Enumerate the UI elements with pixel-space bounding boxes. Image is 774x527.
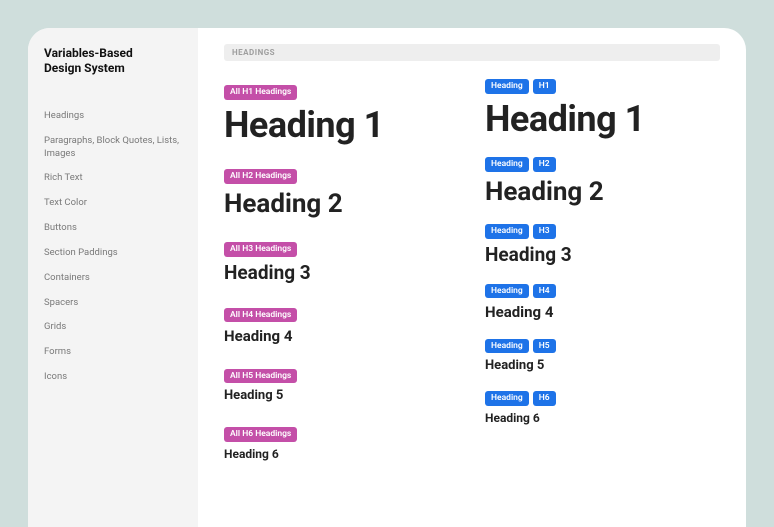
sidebar-item[interactable]: Headings (44, 110, 184, 123)
sidebar: Variables-Based Design System Headings Pa… (28, 28, 198, 527)
heading-sample: Heading 4 (485, 304, 720, 321)
global-heading-badge: All H5 Headings (224, 369, 297, 384)
column-class-headings: HeadingH1Heading 1HeadingH2Heading 2Head… (485, 79, 720, 479)
sidebar-nav: Headings Paragraphs, Block Quotes, Lists,… (44, 110, 184, 384)
heading-item: All H3 Headings Heading 3 (224, 236, 459, 283)
badge-row: Heading H1 (485, 79, 720, 94)
section-title: HEADINGS (232, 48, 275, 57)
class-badge-level: H5 (533, 339, 556, 354)
heading-item: All H1 Headings Heading 1 (224, 79, 459, 145)
badge-row: Heading H5 (485, 339, 720, 354)
brand-title: Variables-Based Design System (44, 46, 184, 76)
class-badge-heading: Heading (485, 79, 529, 94)
class-badge-heading: Heading (485, 224, 529, 239)
heading-item: Heading H2 Heading 2 (485, 157, 720, 206)
class-badge-level: H3 (533, 224, 556, 239)
class-badge-level: H1 (533, 79, 556, 94)
badge-row: Heading H6 (485, 391, 720, 406)
app-window: Variables-Based Design System Headings Pa… (28, 28, 746, 527)
heading-item: All H6 Headings Heading 6 (224, 421, 459, 461)
class-badge-level: H6 (533, 391, 556, 406)
main-content: HEADINGS All H1 Headings Heading 1 All H2 … (198, 28, 746, 527)
heading-item: Heading H3 Heading 3 (485, 224, 720, 265)
columns: All H1 Headings Heading 1 All H2 Headings H… (224, 79, 720, 479)
heading-sample: Heading 2 (485, 178, 720, 207)
sidebar-item[interactable]: Buttons (44, 222, 184, 235)
sidebar-item[interactable]: Icons (44, 371, 184, 384)
class-badge-heading: Heading (485, 339, 529, 354)
global-heading-badge: All H1 Headings (224, 85, 297, 100)
class-badge-heading: Heading (485, 391, 529, 406)
global-heading-badge: All H6 Headings (224, 427, 297, 442)
class-badge-heading: Heading (485, 284, 529, 299)
sidebar-item[interactable]: Forms (44, 346, 184, 359)
heading-sample: Heading 3 (224, 263, 459, 284)
global-heading-badge: All H4 Headings (224, 308, 297, 323)
class-badge-heading: Heading (485, 157, 529, 172)
class-badge-level: H4 (533, 284, 556, 299)
sidebar-item[interactable]: Spacers (44, 297, 184, 310)
heading-sample: Heading 1 (224, 106, 459, 146)
section-header: HEADINGS (224, 44, 720, 61)
heading-sample: Heading 3 (485, 245, 720, 266)
heading-sample: Heading 1 (485, 100, 720, 140)
badge-row: Heading H4 (485, 284, 720, 299)
sidebar-item[interactable]: Paragraphs, Block Quotes, Lists, Images (44, 135, 184, 161)
heading-sample: Heading 4 (224, 328, 459, 345)
brand-line2: Design System (44, 61, 125, 75)
sidebar-item[interactable]: Text Color (44, 197, 184, 210)
heading-item: All H4 Headings Heading 4 (224, 302, 459, 345)
sidebar-item[interactable]: Section Paddings (44, 247, 184, 260)
heading-sample: Heading 2 (224, 190, 459, 219)
heading-item: Heading H6 Heading 6 (485, 391, 720, 425)
global-heading-badge: All H3 Headings (224, 242, 297, 257)
badge-row: Heading H2 (485, 157, 720, 172)
column-global-headings: All H1 Headings Heading 1 All H2 Headings H… (224, 79, 459, 479)
badge-row: Heading H3 (485, 224, 720, 239)
heading-item: Heading H4 Heading 4 (485, 284, 720, 321)
heading-sample: Heading 5 (485, 359, 720, 373)
brand-line1: Variables-Based (44, 46, 133, 60)
heading-sample: Heading 6 (485, 412, 720, 425)
heading-item: All H2 Headings Heading 2 (224, 163, 459, 218)
global-heading-badge: All H2 Headings (224, 169, 297, 184)
heading-sample: Heading 6 (224, 448, 459, 461)
sidebar-item[interactable]: Containers (44, 272, 184, 285)
sidebar-item[interactable]: Grids (44, 321, 184, 334)
heading-item: Heading H5 Heading 5 (485, 339, 720, 374)
sidebar-item[interactable]: Rich Text (44, 172, 184, 185)
class-badge-level: H2 (533, 157, 556, 172)
heading-item: Heading H1 Heading 1 (485, 79, 720, 139)
heading-item: All H5 Headings Heading 5 (224, 363, 459, 404)
heading-sample: Heading 5 (224, 389, 459, 403)
